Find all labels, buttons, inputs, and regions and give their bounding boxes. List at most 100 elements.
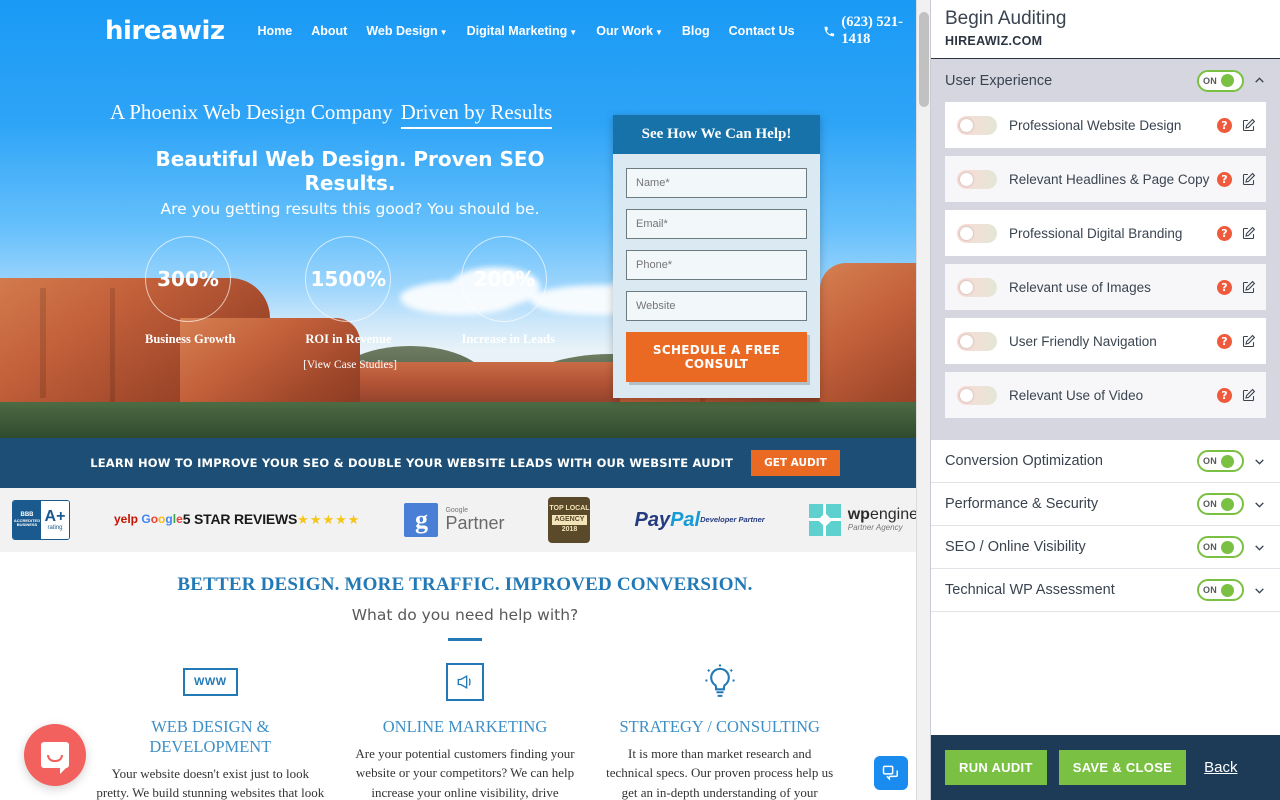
help-icon[interactable]: ?: [1217, 279, 1232, 295]
name-field[interactable]: [626, 168, 807, 198]
audit-item-relevant-headlines-page-copy[interactable]: Relevant Headlines & Page Copy ?: [945, 156, 1266, 202]
wpe-engine: engine: [869, 506, 918, 524]
www-icon-text: WWW: [183, 668, 238, 696]
view-case-studies-link[interactable]: [View Case Studies]: [110, 359, 590, 371]
section-title: SEO / Online Visibility: [945, 539, 1086, 555]
toggle-state-label: ON: [1203, 499, 1218, 509]
section-toggle[interactable]: ON: [1197, 536, 1244, 558]
chevron-down-icon[interactable]: [1253, 541, 1266, 554]
audit-item-professional-digital-branding[interactable]: Professional Digital Branding ?: [945, 210, 1266, 256]
megaphone-glyph: [457, 675, 471, 689]
service-title: ONLINE MARKETING: [382, 717, 548, 736]
help-icon[interactable]: ?: [1217, 387, 1232, 403]
section-toggle[interactable]: ON: [1197, 69, 1244, 92]
nav-item-web-design[interactable]: Web Design ▼: [366, 24, 447, 38]
tla-line3: 2018: [561, 526, 578, 534]
phone-icon: [824, 26, 834, 36]
phone-field[interactable]: [626, 250, 807, 280]
audit-item-relevant-use-of-video[interactable]: Relevant Use of Video ?: [945, 372, 1266, 418]
sidebar-header: Begin Auditing HIREAWIZ.COM: [931, 0, 1280, 58]
audit-banner-text: LEARN HOW TO IMPROVE YOUR SEO & DOUBLE Y…: [90, 456, 734, 470]
section-header-user-experience[interactable]: User Experience ON: [931, 59, 1280, 102]
item-toggle[interactable]: [957, 223, 997, 243]
item-toggle[interactable]: [957, 115, 997, 135]
get-audit-button[interactable]: GET AUDIT: [751, 450, 840, 476]
item-toggle[interactable]: [957, 277, 997, 297]
nav-item-blog[interactable]: Blog: [682, 24, 710, 38]
stat-roi-in-revenue: 1500% ROI in Revenue: [305, 236, 392, 347]
edit-icon[interactable]: [1241, 118, 1256, 133]
section-toggle[interactable]: ON: [1197, 579, 1244, 601]
audit-item-relevant-use-of-images[interactable]: Relevant use of Images ?: [945, 264, 1266, 310]
audit-sidebar: Begin Auditing HIREAWIZ.COM User Experie…: [930, 0, 1280, 800]
edit-icon[interactable]: [1241, 334, 1256, 349]
section-header-conversion-optimization[interactable]: Conversion Optimization ON: [931, 440, 1280, 483]
hero-stats: 300% Business Growth 1500% ROI in Revenu…: [110, 236, 590, 347]
section-toggle[interactable]: ON: [1197, 450, 1244, 472]
nav-item-home[interactable]: Home: [258, 24, 293, 38]
section-controls: ON: [1197, 579, 1266, 601]
nav-item-about[interactable]: About: [311, 24, 347, 38]
browser-scrollbar[interactable]: [916, 0, 930, 800]
intercom-chat-button[interactable]: [24, 724, 86, 786]
help-icon[interactable]: ?: [1217, 225, 1232, 241]
toggle-knob: [960, 226, 973, 240]
edit-icon[interactable]: [1241, 388, 1256, 403]
toggle-knob: [960, 334, 973, 348]
back-link[interactable]: Back: [1204, 759, 1237, 776]
services-heading: BETTER DESIGN. MORE TRAFFIC. IMPROVED CO…: [177, 574, 753, 595]
website-field[interactable]: [626, 291, 807, 321]
services-subheading: What do you need help with?: [351, 606, 579, 624]
nav-label: Digital Marketing: [466, 24, 568, 38]
schedule-consult-button[interactable]: SCHEDULE A FREE CONSULT: [626, 332, 807, 382]
site-logo[interactable]: hireawiz: [105, 16, 225, 46]
item-label: User Friendly Navigation: [1009, 333, 1157, 349]
help-icon[interactable]: ?: [1217, 333, 1232, 349]
yelp-wordmark: yelp: [114, 512, 139, 527]
section-header-performance-security[interactable]: Performance & Security ON: [931, 483, 1280, 526]
tree-line: [0, 402, 930, 438]
chevron-down-icon[interactable]: [1253, 584, 1266, 597]
toggle-state-label: ON: [1203, 542, 1218, 552]
stat-increase-in-leads: 200% Increase in Leads: [461, 236, 555, 347]
chevron-down-icon[interactable]: [1253, 498, 1266, 511]
toggle-knob: [960, 118, 973, 132]
nav-item-contact-us[interactable]: Contact Us: [729, 24, 795, 38]
service-column-web-design: WWW WEB DESIGN & DEVELOPMENT Your websit…: [95, 661, 326, 800]
save-and-close-button[interactable]: SAVE & CLOSE: [1058, 750, 1187, 785]
google-g-icon: g: [404, 503, 439, 537]
edit-icon[interactable]: [1241, 226, 1256, 241]
chevron-down-icon[interactable]: [1253, 455, 1266, 468]
item-toggle[interactable]: [957, 385, 997, 405]
toggle-knob: [960, 388, 973, 402]
section-toggle[interactable]: ON: [1197, 493, 1244, 515]
nav-label: Home: [257, 24, 293, 38]
primary-nav: Home About Web Design ▼ Digital Marketing…: [258, 24, 795, 38]
wp-engine-icon: [808, 504, 841, 536]
live-chat-button[interactable]: [874, 756, 908, 790]
audit-item-user-friendly-navigation[interactable]: User Friendly Navigation ?: [945, 318, 1266, 364]
service-text: It is more than market research and tech…: [606, 745, 834, 800]
toggle-knob: [1221, 540, 1235, 554]
section-header-seo-online-visibility[interactable]: SEO / Online Visibility ON: [931, 526, 1280, 569]
nav-label: Contact Us: [728, 24, 795, 38]
edit-icon[interactable]: [1241, 172, 1256, 187]
item-toggle[interactable]: [957, 331, 997, 351]
badge-paypal: PayPal Developer Partner: [634, 510, 764, 530]
section-header-technical-wp-assessment[interactable]: Technical WP Assessment ON: [931, 569, 1280, 612]
email-field[interactable]: [626, 209, 807, 239]
edit-icon[interactable]: [1241, 280, 1256, 295]
section-title: Technical WP Assessment: [945, 582, 1115, 598]
audit-item-professional-website-design[interactable]: Professional Website Design ?: [945, 102, 1266, 148]
nav-item-digital-marketing[interactable]: Digital Marketing ▼: [467, 24, 578, 38]
help-icon[interactable]: ?: [1217, 171, 1232, 187]
chevron-up-icon[interactable]: [1253, 74, 1266, 87]
phone-number[interactable]: (623) 521-1418: [823, 14, 930, 48]
scrollbar-thumb[interactable]: [919, 12, 929, 107]
item-toggle[interactable]: [957, 169, 997, 189]
nav-item-our-work[interactable]: Our Work ▼: [596, 24, 663, 38]
run-audit-button[interactable]: RUN AUDIT: [945, 750, 1047, 785]
site-logo-text: hireawiz: [105, 16, 225, 46]
help-icon[interactable]: ?: [1217, 117, 1232, 133]
divider: [448, 638, 482, 641]
